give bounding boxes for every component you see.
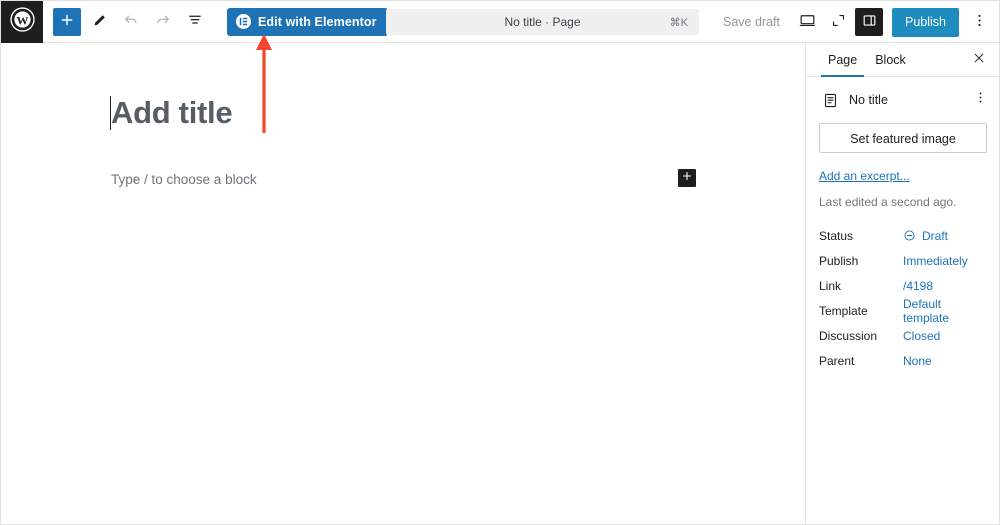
document-title: No title bbox=[849, 93, 888, 107]
page-meta-list: Status Draft Publish Immediately Link /4… bbox=[807, 223, 999, 373]
meta-label-link: Link bbox=[819, 278, 842, 293]
add-block-button[interactable] bbox=[53, 7, 81, 36]
meta-value-parent[interactable]: None bbox=[903, 354, 932, 368]
meta-value-status[interactable]: Draft bbox=[903, 229, 948, 243]
meta-row-discussion: Discussion Closed bbox=[807, 323, 999, 348]
pending-circle-icon bbox=[903, 229, 916, 242]
add-excerpt-link[interactable]: Add an excerpt... bbox=[819, 169, 910, 183]
close-icon bbox=[972, 51, 986, 70]
top-bar-left-tools: Edit with Elementor bbox=[43, 7, 388, 36]
close-sidebar-button[interactable] bbox=[967, 48, 991, 72]
post-title-input[interactable]: Add title bbox=[111, 95, 233, 131]
settings-sidebar-icon bbox=[861, 12, 878, 32]
meta-row-template: Template Default template bbox=[807, 297, 999, 325]
top-bar-right-actions: Save draft Publish bbox=[713, 1, 993, 43]
meta-value-discussion[interactable]: Closed bbox=[903, 329, 940, 343]
command-bar-shortcut: ⌘K bbox=[669, 16, 688, 29]
wordpress-logo-button[interactable]: W bbox=[1, 1, 43, 43]
meta-value-link[interactable]: /4198 bbox=[903, 279, 933, 293]
wordpress-logo-icon: W bbox=[9, 6, 35, 37]
sidebar-tab-bar: Page Block bbox=[807, 43, 999, 77]
meta-row-link: Link /4198 bbox=[807, 273, 999, 298]
meta-label-publish: Publish bbox=[819, 253, 859, 268]
tab-block[interactable]: Block bbox=[866, 53, 915, 76]
settings-sidebar-toggle[interactable] bbox=[855, 8, 883, 36]
fullscreen-button[interactable] bbox=[824, 8, 852, 36]
tab-page-label: Page bbox=[828, 53, 858, 67]
edit-with-elementor-label: Edit with Elementor bbox=[258, 14, 377, 29]
meta-label-status: Status bbox=[819, 228, 854, 243]
list-view-icon bbox=[186, 11, 204, 32]
expand-icon bbox=[830, 12, 847, 32]
editor-options-button[interactable] bbox=[965, 8, 993, 36]
svg-text:W: W bbox=[16, 13, 28, 27]
meta-row-status: Status Draft bbox=[807, 223, 999, 248]
vertical-ellipsis-icon bbox=[973, 90, 988, 110]
redo-icon bbox=[154, 11, 172, 32]
vertical-ellipsis-icon bbox=[971, 12, 988, 32]
meta-row-parent: Parent None bbox=[807, 348, 999, 373]
editor-top-bar: W Edit with Elementor No title · Page ⌘K… bbox=[1, 1, 999, 43]
meta-label-template: Template bbox=[819, 303, 868, 318]
redo-button[interactable] bbox=[149, 8, 177, 36]
tab-block-label: Block bbox=[875, 53, 906, 67]
desktop-preview-icon bbox=[798, 11, 817, 33]
default-block-appender[interactable]: Type / to choose a block bbox=[111, 172, 257, 187]
plus-icon bbox=[681, 169, 693, 187]
plus-icon bbox=[59, 12, 75, 31]
wordpress-block-editor: W Edit with Elementor No title · Page ⌘K… bbox=[0, 0, 1000, 525]
command-bar-title: No title · Page bbox=[504, 15, 581, 29]
document-actions-button[interactable] bbox=[969, 89, 991, 111]
page-document-icon bbox=[819, 89, 841, 111]
meta-value-status-text: Draft bbox=[922, 228, 949, 243]
command-bar[interactable]: No title · Page ⌘K bbox=[386, 9, 699, 35]
document-summary-row: No title bbox=[807, 77, 999, 121]
meta-label-parent: Parent bbox=[819, 353, 855, 368]
elementor-logo-icon bbox=[236, 14, 251, 29]
save-draft-button[interactable]: Save draft bbox=[713, 15, 790, 29]
undo-button[interactable] bbox=[117, 8, 145, 36]
meta-row-publish: Publish Immediately bbox=[807, 248, 999, 273]
meta-label-discussion: Discussion bbox=[819, 328, 878, 343]
block-inserter-button[interactable] bbox=[678, 169, 696, 187]
list-view-button[interactable] bbox=[181, 8, 209, 36]
tools-mode-button[interactable] bbox=[85, 8, 113, 36]
editor-canvas[interactable]: Add title Type / to choose a block bbox=[1, 43, 806, 524]
set-featured-image-button[interactable]: Set featured image bbox=[819, 123, 987, 153]
meta-value-template[interactable]: Default template bbox=[903, 297, 987, 325]
last-edited-text: Last edited a second ago. bbox=[819, 195, 957, 209]
publish-button[interactable]: Publish bbox=[892, 7, 959, 37]
tab-page[interactable]: Page bbox=[819, 53, 866, 77]
meta-value-publish[interactable]: Immediately bbox=[903, 254, 968, 268]
undo-icon bbox=[122, 11, 140, 32]
settings-sidebar: Page Block No title Set featured image A… bbox=[807, 43, 999, 524]
preview-button[interactable] bbox=[793, 8, 821, 36]
edit-with-elementor-button[interactable]: Edit with Elementor bbox=[227, 7, 388, 36]
pencil-icon bbox=[91, 12, 108, 32]
